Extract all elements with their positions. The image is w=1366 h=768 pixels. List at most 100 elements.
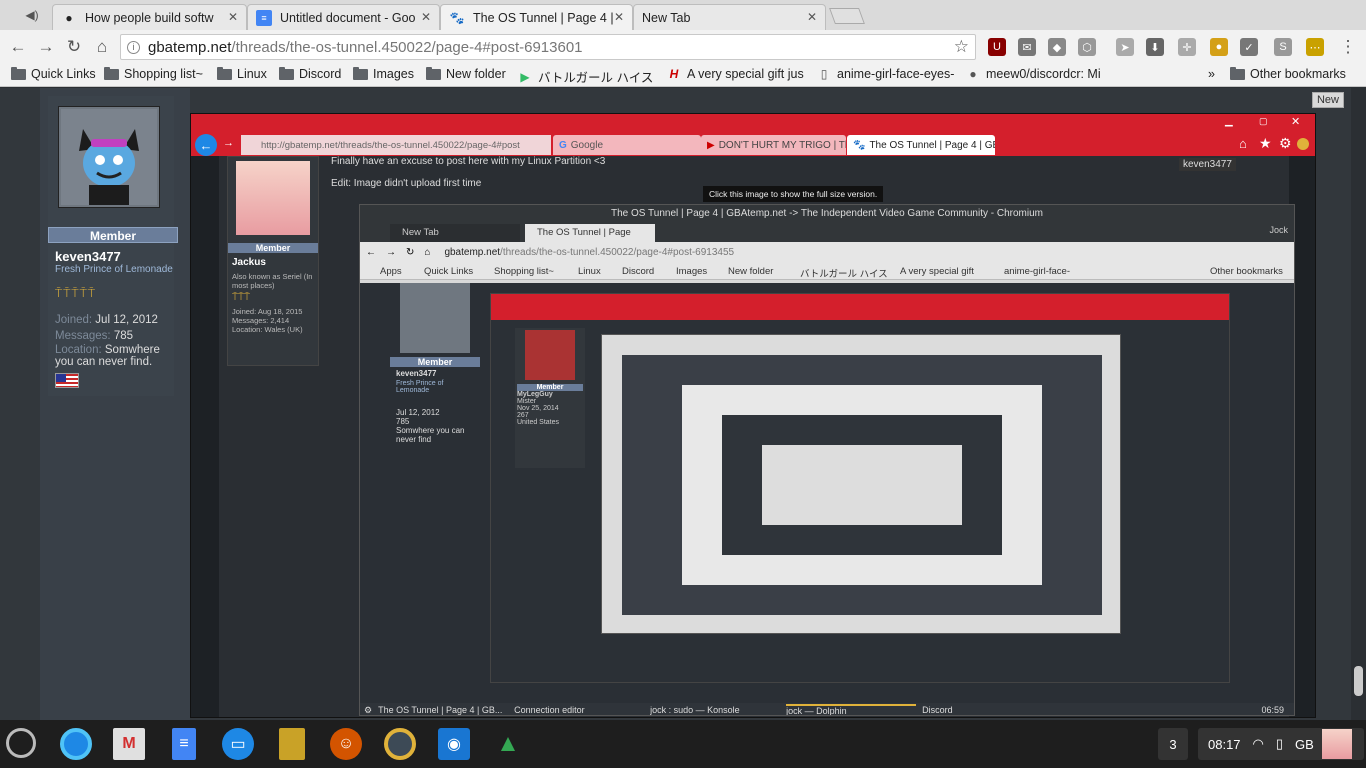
google-apps-icon[interactable]: ⋯: [1306, 38, 1324, 56]
bookmark-label: バトルガール ハイス: [538, 71, 654, 85]
avatar[interactable]: [58, 106, 160, 208]
back-icon[interactable]: ←: [4, 33, 32, 61]
address-bar[interactable]: i gbatemp.net/threads/the-os-tunnel.4500…: [120, 34, 976, 60]
settings-icon: ⚙: [1279, 135, 1292, 151]
close-icon[interactable]: ✕: [421, 10, 431, 24]
bookmark-item[interactable]: Discord: [278, 67, 341, 81]
extension-icon[interactable]: ◆: [1048, 38, 1066, 56]
bookmark-item[interactable]: New folder: [425, 67, 506, 81]
recursive-inner-3: [762, 445, 962, 525]
tab-title: The OS Tunnel | Page: [537, 227, 631, 238]
screenshot-tab: ▶DON'T HURT MY TRIGO | The L: [701, 135, 846, 155]
edit-text: Edit: Image didn't upload first time: [331, 178, 482, 189]
drive-icon[interactable]: ▲: [492, 728, 524, 760]
language: GB: [1295, 736, 1314, 752]
chromium-icon[interactable]: [384, 728, 416, 760]
bookmark-label: anime-girl-face-eyes-: [837, 67, 955, 81]
bookmark-item[interactable]: Images: [352, 67, 414, 81]
docs-icon[interactable]: ≡: [172, 728, 196, 760]
window-user: Jock: [1269, 225, 1288, 235]
menu-icon[interactable]: ⋮: [1334, 33, 1362, 61]
docs-icon: ≡: [256, 9, 272, 26]
launcher-icon[interactable]: [6, 728, 36, 758]
post-text: Finally have an excuse to post here with…: [331, 156, 606, 167]
mail-icon[interactable]: ✉: [1018, 38, 1036, 56]
nested-name: MyLegGuy: [517, 391, 553, 398]
bookmark-item[interactable]: ▶ バトルガール ハイス: [517, 67, 657, 86]
stat-label: Messages:: [55, 330, 111, 342]
tab-title: The OS Tunnel | Page 4 | GB: [869, 139, 995, 151]
nested-header: [491, 294, 1229, 320]
post-screenshot[interactable]: ▁ ▢ ✕ ← → http://gbatemp.net/threads/the…: [190, 113, 1316, 718]
gmail-icon[interactable]: M: [113, 728, 145, 760]
notification-badge[interactable]: 3: [1158, 728, 1188, 760]
hexagon-icon[interactable]: ⬡: [1078, 38, 1096, 56]
tab-new[interactable]: New Tab ✕: [633, 4, 826, 30]
poster-title: Also known as Seriel (In most places): [232, 272, 313, 290]
bookmark-item[interactable]: Other bookmarks: [1229, 67, 1346, 81]
close-icon[interactable]: ✕: [614, 10, 624, 24]
play-icon: ▶: [520, 69, 530, 84]
url-text: http://gbatemp.net/threads/the-os-tunnel…: [261, 139, 520, 151]
bookmark-item[interactable]: Linux: [216, 67, 267, 81]
scrollbar-thumb[interactable]: [1354, 666, 1363, 696]
home-icon: ⌂: [1239, 136, 1247, 151]
info-icon[interactable]: i: [127, 40, 140, 54]
bookmark-star-icon[interactable]: ☆: [954, 37, 969, 57]
chrome-icon[interactable]: [60, 728, 92, 760]
poster-medals: ⍑⍑⍑: [232, 292, 250, 303]
camera-icon[interactable]: ◉: [438, 728, 470, 760]
folder-icon: [425, 67, 441, 81]
battery-icon: ▯: [1275, 736, 1284, 751]
tab-title: New Tab: [642, 10, 691, 25]
tab-gbatemp[interactable]: 🐾 The OS Tunnel | Page 4 | ✕: [440, 4, 633, 30]
check-icon[interactable]: ✓: [1240, 38, 1258, 56]
poster-avatar: [236, 161, 310, 235]
google-icon: G: [559, 139, 567, 151]
mute-icon[interactable]: ◀): [18, 1, 46, 29]
taskbar-item: Connection editor: [514, 705, 585, 715]
tab-github[interactable]: ● How people build softw ✕: [52, 4, 247, 30]
inner-stat: Jul 12, 2012: [396, 408, 440, 417]
poster-card: Member Jackus Also known as Seriel (In m…: [227, 156, 319, 366]
shelf: M ≡ ▭ ☺ ◉ ▲ 3 08:17 ◠ ▯ GB: [0, 720, 1366, 768]
close-icon[interactable]: ✕: [228, 10, 238, 24]
bookmark-item[interactable]: H A very special gift jus: [666, 67, 806, 81]
user-title: Fresh Prince of Lemonade: [55, 264, 173, 275]
username[interactable]: keven3477: [55, 249, 121, 264]
forward-icon[interactable]: →: [32, 33, 60, 61]
reload-icon[interactable]: ↻: [60, 33, 88, 61]
s-icon[interactable]: S: [1274, 38, 1292, 56]
folder-icon: [352, 67, 368, 81]
bookmark-label: バトルガール ハイス: [800, 269, 888, 280]
screenshot-body: Member Jackus Also known as Seriel (In m…: [219, 156, 1295, 717]
rank-badge: Member: [48, 227, 178, 243]
status-tray[interactable]: 08:17 ◠ ▯ GB: [1198, 728, 1364, 760]
clock: 08:17: [1208, 736, 1241, 752]
download-icon[interactable]: ⬇: [1146, 38, 1164, 56]
bookmark-item[interactable]: Quick Links: [10, 67, 96, 81]
page-scrollbar[interactable]: [1351, 88, 1366, 720]
new-tab-button[interactable]: [829, 8, 865, 24]
close-icon[interactable]: ✕: [807, 10, 817, 24]
more-bookmarks-icon[interactable]: »: [1208, 67, 1215, 81]
back-circle-icon: ←: [195, 134, 217, 156]
bookmark-item[interactable]: ▯ anime-girl-face-eyes-: [816, 67, 956, 81]
github-icon: ●: [969, 67, 977, 81]
bookmark-item[interactable]: ● meew0/discordcr: Mi: [965, 67, 1105, 81]
forward-icon: →: [223, 137, 234, 149]
discord-icon[interactable]: ☺: [330, 728, 362, 760]
cookie-icon[interactable]: ●: [1210, 38, 1228, 56]
poster-name: Jackus: [232, 257, 266, 268]
bookmark-item[interactable]: Shopping list~: [103, 67, 203, 81]
tab-docs[interactable]: ≡ Untitled document - Goo ✕: [247, 4, 440, 30]
files-icon[interactable]: ▭: [222, 728, 254, 760]
bookmark-label: Other bookmarks: [1210, 266, 1283, 277]
keep-icon[interactable]: [279, 728, 305, 760]
tab-title: Google: [570, 139, 604, 151]
crosshair-icon[interactable]: ✛: [1178, 38, 1196, 56]
ublock-icon[interactable]: U: [988, 38, 1006, 56]
home-icon[interactable]: ⌂: [88, 33, 116, 61]
arrow-icon[interactable]: ➤: [1116, 38, 1134, 56]
gbatemp-icon: 🐾: [853, 139, 866, 151]
